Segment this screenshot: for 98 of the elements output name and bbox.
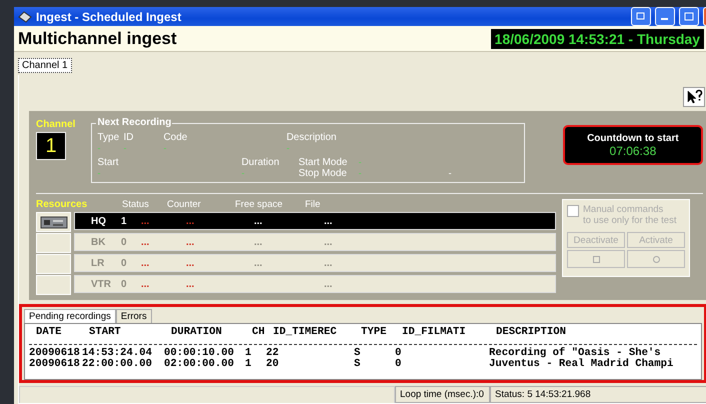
field-label: Type	[97, 132, 120, 143]
status-value: ...	[141, 278, 150, 290]
maximize-icon	[684, 12, 694, 21]
status-value: ...	[141, 258, 150, 268]
window-icon	[636, 12, 646, 21]
status-text: Status: 5 14:53:21.968	[490, 386, 706, 403]
channel-number: 1	[36, 132, 66, 160]
field-value: -	[286, 143, 290, 153]
panel-tab[interactable]: Errors	[116, 309, 152, 323]
free-space-value: ...	[254, 216, 262, 226]
manual-sublabel: to use only for the test	[583, 215, 676, 226]
status-value: ...	[141, 216, 150, 226]
file-value: ...	[324, 216, 334, 226]
channel-tab[interactable]: Channel 1	[18, 58, 72, 73]
column-header: DURATION	[171, 327, 223, 338]
table-cell-text: 00:00:10.00	[164, 348, 235, 359]
free-space-value: ...	[254, 236, 262, 248]
resource-row[interactable]: BK 0 ... ... ... ...	[74, 233, 556, 251]
table-cell-text: 1	[245, 359, 252, 370]
counter-value: ...	[186, 236, 196, 248]
table-cell-text: Recording of "Oasis - She's	[489, 348, 661, 359]
resource-name: BK	[91, 236, 106, 248]
minimize-button[interactable]	[655, 7, 675, 26]
mode-label: Stop Mode	[298, 168, 348, 179]
resource-row[interactable]: LR 0 ... ... ... ...	[74, 254, 556, 272]
counter-value: ...	[186, 258, 196, 268]
manual-label: Manual commands	[583, 204, 664, 215]
app-icon	[18, 10, 32, 22]
resource-count: 0	[121, 258, 128, 268]
column-header: File	[305, 199, 322, 212]
table-cell-text: Juventus - Real Madrid Champi	[489, 359, 674, 370]
counter-value: ...	[186, 278, 196, 290]
resource-count: 0	[121, 236, 128, 248]
table-cell-text: 14:53:24.04	[82, 348, 153, 359]
resource-name: VTR	[91, 278, 112, 290]
circle-icon	[652, 256, 660, 262]
resource-name: LR	[91, 258, 106, 268]
loop-time-status: Loop time (msec.):0	[395, 386, 490, 403]
file-value: ...	[324, 236, 334, 248]
window-title: Ingest - Scheduled Ingest	[36, 10, 182, 24]
column-header: Status	[122, 199, 150, 212]
field-label: Code	[163, 132, 188, 143]
free-space-value: ...	[254, 258, 262, 268]
field-value: -	[163, 143, 168, 153]
field-value: -	[97, 168, 102, 178]
field-value: -	[241, 168, 246, 178]
column-header: CH	[252, 327, 266, 338]
column-header: ID_TIMEREC	[273, 327, 338, 338]
mode-value: -	[358, 157, 362, 168]
table-cell-text: 20090618	[29, 359, 81, 370]
group-title: Next Recording	[96, 117, 172, 128]
field-label: Start	[97, 157, 120, 168]
column-header: ID_FILMATI	[402, 327, 467, 338]
table-cell-text: 1	[245, 348, 252, 359]
maximize-button[interactable]	[679, 7, 699, 26]
field-value: -	[123, 143, 128, 153]
table-cell-text: 20	[266, 359, 280, 370]
resource-count: 0	[121, 278, 128, 290]
panel-tab[interactable]: Pending recordings	[24, 309, 116, 323]
file-value: ...	[324, 278, 334, 290]
mode-label: Start Mode	[298, 157, 348, 168]
help-button[interactable]	[683, 87, 705, 107]
table-cell-text: S	[354, 359, 362, 370]
column-header: START	[89, 327, 122, 338]
column-header: Counter	[167, 199, 202, 212]
field-label: Description	[286, 132, 338, 143]
table-cell-text: S	[354, 348, 362, 359]
table-cell-text: 20090618	[29, 348, 81, 359]
file-value: ...	[324, 258, 334, 268]
server-icon	[40, 215, 68, 229]
field-value: -	[97, 143, 102, 153]
device-slot[interactable]	[36, 212, 71, 232]
column-header: Free space	[235, 199, 284, 212]
channel-label: Channel	[36, 119, 76, 130]
status-value: ...	[141, 236, 150, 248]
table-cell-text: 0	[395, 348, 402, 359]
table-cell-text: 22	[266, 348, 280, 359]
table-cell-text: 02:00:00.00	[164, 359, 235, 370]
resource-row[interactable]: VTR 0 ... ... ...	[74, 275, 556, 293]
mode-extra: -	[448, 168, 452, 179]
column-header: DATE	[36, 327, 62, 338]
counter-value: ...	[186, 216, 196, 226]
square-icon	[592, 256, 600, 262]
date-time-display: 18/06/2009 14:53:21 - Thursday	[490, 28, 704, 48]
table-cell-text: 22:00:00.00	[82, 359, 153, 370]
resources-label: Resources	[36, 199, 88, 212]
field-label: Duration	[241, 157, 280, 168]
resource-name: HQ	[91, 216, 107, 226]
field-label: ID	[123, 132, 134, 143]
column-header: TYPE	[361, 327, 388, 338]
countdown-title: Countdown to start	[587, 132, 679, 144]
table-cell-text: 0	[395, 359, 402, 370]
resource-row[interactable]: HQ 1 ... ... ... ...	[74, 212, 556, 230]
mode-value: -	[358, 168, 362, 179]
column-header: DESCRIPTION	[496, 327, 567, 338]
resource-count: 1	[121, 216, 128, 226]
countdown-value: 07:06:38	[610, 144, 656, 158]
app-heading: Multichannel ingest	[18, 28, 177, 48]
